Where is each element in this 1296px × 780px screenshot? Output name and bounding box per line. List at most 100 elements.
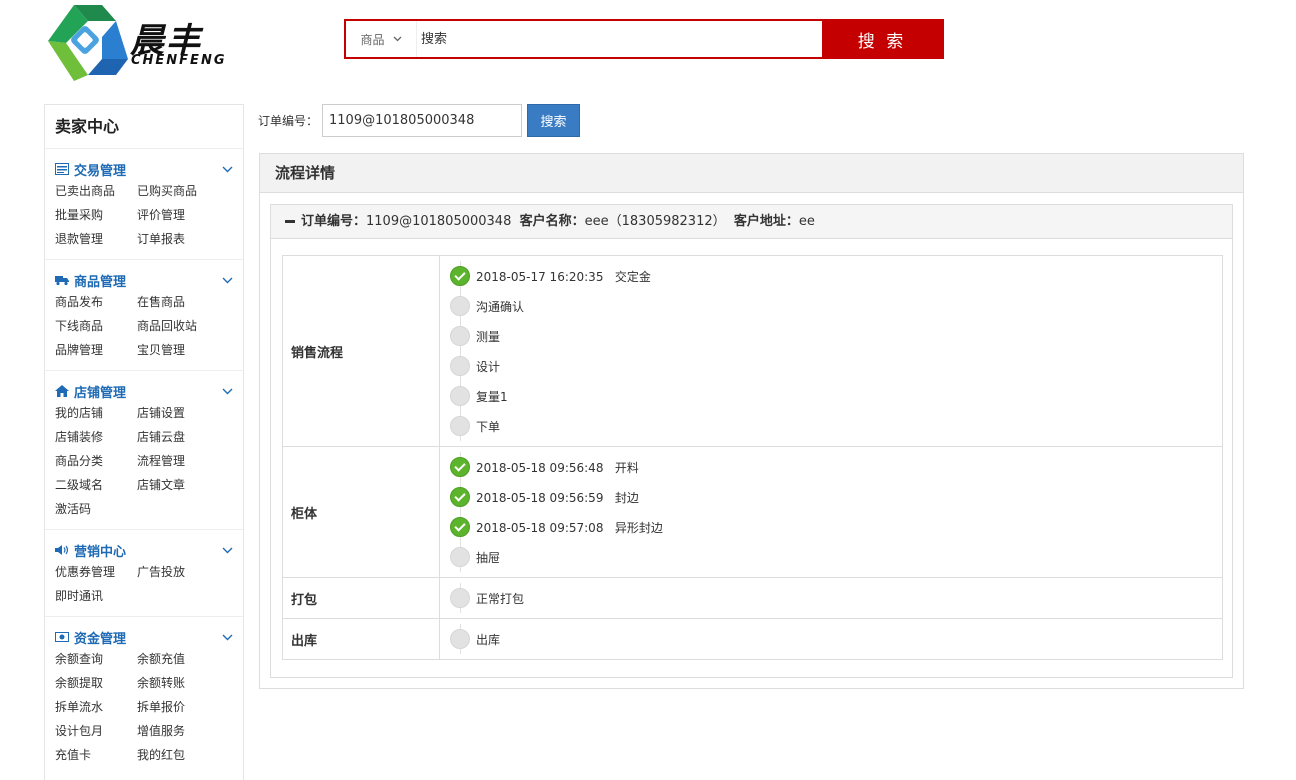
order-number-label: 订单编号： xyxy=(301,214,367,229)
step-text: 复量1 xyxy=(476,389,508,404)
chevron-down-icon[interactable] xyxy=(222,163,233,176)
sidebar-link[interactable]: 即时通讯 xyxy=(55,584,137,608)
logo-mark-icon xyxy=(48,5,128,81)
stage-name: 销售流程 xyxy=(282,255,440,447)
sidebar-link[interactable]: 已卖出商品 xyxy=(55,179,137,203)
sidebar-link[interactable]: 我的红包 xyxy=(137,743,219,767)
table-row: 销售流程 2018-05-17 16:20:35 交定金 沟通确认 测量 设计 … xyxy=(282,255,1223,447)
customer-address-label: 客户地址： xyxy=(733,214,799,229)
sidebar-group-trade: 交易管理 已卖出商品 已购买商品 批量采购 评价管理 退款管理 订单报表 xyxy=(45,149,243,260)
process-detail-panel: 流程详情 订单编号：1109@101805000348 客户名称：eee（183… xyxy=(259,153,1244,689)
sidebar-link[interactable]: 流程管理 xyxy=(137,449,219,473)
sidebar-group-title: 营销中心 xyxy=(74,544,127,560)
sidebar-link[interactable]: 评价管理 xyxy=(137,203,219,227)
sidebar-link[interactable]: 增值服务 xyxy=(137,719,219,743)
step-text: 设计 xyxy=(476,359,501,374)
sidebar-link[interactable]: 店铺云盘 xyxy=(137,425,219,449)
panel-title: 流程详情 xyxy=(260,154,1243,193)
sidebar-link[interactable]: 商品回收站 xyxy=(137,314,219,338)
chevron-down-icon[interactable] xyxy=(222,544,233,557)
sidebar-group-header-finance[interactable]: 资金管理 xyxy=(55,627,233,647)
step-text: 测量 xyxy=(476,329,501,344)
search-input[interactable] xyxy=(416,21,822,57)
sidebar-group-header-trade[interactable]: 交易管理 xyxy=(55,159,233,179)
order-number-input[interactable] xyxy=(322,104,523,137)
step-item: 正常打包 xyxy=(450,583,1222,613)
sidebar-group-header-marketing[interactable]: 营销中心 xyxy=(55,540,233,560)
sidebar-link[interactable]: 广告投放 xyxy=(137,560,219,584)
pending-circle-icon xyxy=(450,326,470,346)
sidebar-link[interactable]: 品牌管理 xyxy=(55,338,137,362)
sidebar-group-header-shop[interactable]: 店铺管理 xyxy=(55,381,233,401)
stage-steps: 出库 xyxy=(439,618,1223,660)
step-item: 测量 xyxy=(450,321,1222,351)
chevron-down-icon xyxy=(393,36,401,42)
pending-circle-icon xyxy=(450,547,470,567)
stage-name: 打包 xyxy=(282,577,440,619)
step-text: 沟通确认 xyxy=(476,299,525,314)
home-icon xyxy=(55,385,69,397)
process-table: 销售流程 2018-05-17 16:20:35 交定金 沟通确认 测量 设计 … xyxy=(282,255,1223,660)
check-circle-icon xyxy=(450,457,470,477)
sidebar-link[interactable]: 退款管理 xyxy=(55,227,137,251)
order-summary-header[interactable]: 订单编号：1109@101805000348 客户名称：eee（18305982… xyxy=(271,205,1232,239)
sidebar-link[interactable]: 拆单流水 xyxy=(55,695,137,719)
sidebar-link[interactable]: 宝贝管理 xyxy=(137,338,219,362)
order-search-button[interactable]: 搜索 xyxy=(527,104,581,137)
sidebar-link[interactable]: 设计包月 xyxy=(55,719,137,743)
sidebar-link[interactable]: 余额转账 xyxy=(137,671,219,695)
step-item: 出库 xyxy=(450,624,1222,654)
sidebar-group-marketing: 营销中心 优惠券管理 广告投放 即时通讯 xyxy=(45,530,243,617)
sidebar-link[interactable]: 已购买商品 xyxy=(137,179,219,203)
pending-circle-icon xyxy=(450,629,470,649)
sidebar-group-header-goods[interactable]: 商品管理 xyxy=(55,270,233,290)
step-item: 2018-05-17 16:20:35 交定金 xyxy=(450,261,1222,291)
chevron-down-icon[interactable] xyxy=(222,274,233,287)
sidebar-link[interactable]: 商品分类 xyxy=(55,449,137,473)
collapse-minus-icon[interactable] xyxy=(285,220,295,223)
sidebar-link[interactable]: 余额提取 xyxy=(55,671,137,695)
sidebar-link[interactable]: 二级域名 xyxy=(55,473,137,497)
sidebar-link[interactable]: 我的店铺 xyxy=(55,401,137,425)
search-category-select[interactable]: 商品 xyxy=(346,21,416,57)
check-circle-icon xyxy=(450,266,470,286)
speaker-icon xyxy=(55,545,69,555)
sidebar-group-title: 商品管理 xyxy=(74,274,127,290)
truck-icon xyxy=(55,276,69,286)
sidebar-link[interactable]: 店铺设置 xyxy=(137,401,219,425)
sidebar-link[interactable]: 订单报表 xyxy=(137,227,219,251)
step-item: 抽屉 xyxy=(450,542,1222,572)
sidebar-link[interactable]: 在售商品 xyxy=(137,290,219,314)
sidebar-link[interactable]: 优惠券管理 xyxy=(55,560,137,584)
pending-circle-icon xyxy=(450,356,470,376)
logo[interactable]: 晨丰 CHENFENG xyxy=(44,3,244,83)
step-item: 下单 xyxy=(450,411,1222,441)
customer-name-label: 客户名称： xyxy=(519,214,585,229)
sidebar-link[interactable]: 激活码 xyxy=(55,497,137,521)
sidebar-link[interactable]: 充值卡 xyxy=(55,743,137,767)
step-item: 2018-05-18 09:56:48 开料 xyxy=(450,452,1222,482)
chevron-down-icon[interactable] xyxy=(222,385,233,398)
sidebar-link[interactable]: 拆单报价 xyxy=(137,695,219,719)
step-text: 出库 xyxy=(476,632,501,647)
sidebar-link[interactable]: 下线商品 xyxy=(55,314,137,338)
sidebar-link[interactable]: 余额充值 xyxy=(137,647,219,671)
table-row: 出库 出库 xyxy=(282,618,1223,660)
sidebar-group-title: 交易管理 xyxy=(74,163,127,179)
sidebar-link[interactable]: 店铺文章 xyxy=(137,473,219,497)
customer-name-value: eee（18305982312） xyxy=(584,214,726,229)
sidebar-link[interactable]: 批量采购 xyxy=(55,203,137,227)
sidebar-group-title: 资金管理 xyxy=(74,631,127,647)
sidebar-link[interactable]: 余额查询 xyxy=(55,647,137,671)
search-button[interactable]: 搜 索 xyxy=(822,21,942,57)
step-item: 2018-05-18 09:56:59 封边 xyxy=(450,482,1222,512)
order-number-label: 订单编号： xyxy=(258,114,319,128)
sidebar-link[interactable]: 商品发布 xyxy=(55,290,137,314)
pending-circle-icon xyxy=(450,386,470,406)
chevron-down-icon[interactable] xyxy=(222,631,233,644)
search-bar: 商品 搜 索 xyxy=(344,19,944,59)
step-text: 2018-05-18 09:57:08 异形封边 xyxy=(476,520,663,535)
sidebar-group-shop: 店铺管理 我的店铺 店铺设置 店铺装修 店铺云盘 商品分类 流程管理 二级域名 … xyxy=(45,371,243,530)
sidebar-link[interactable]: 店铺装修 xyxy=(55,425,137,449)
step-item: 设计 xyxy=(450,351,1222,381)
